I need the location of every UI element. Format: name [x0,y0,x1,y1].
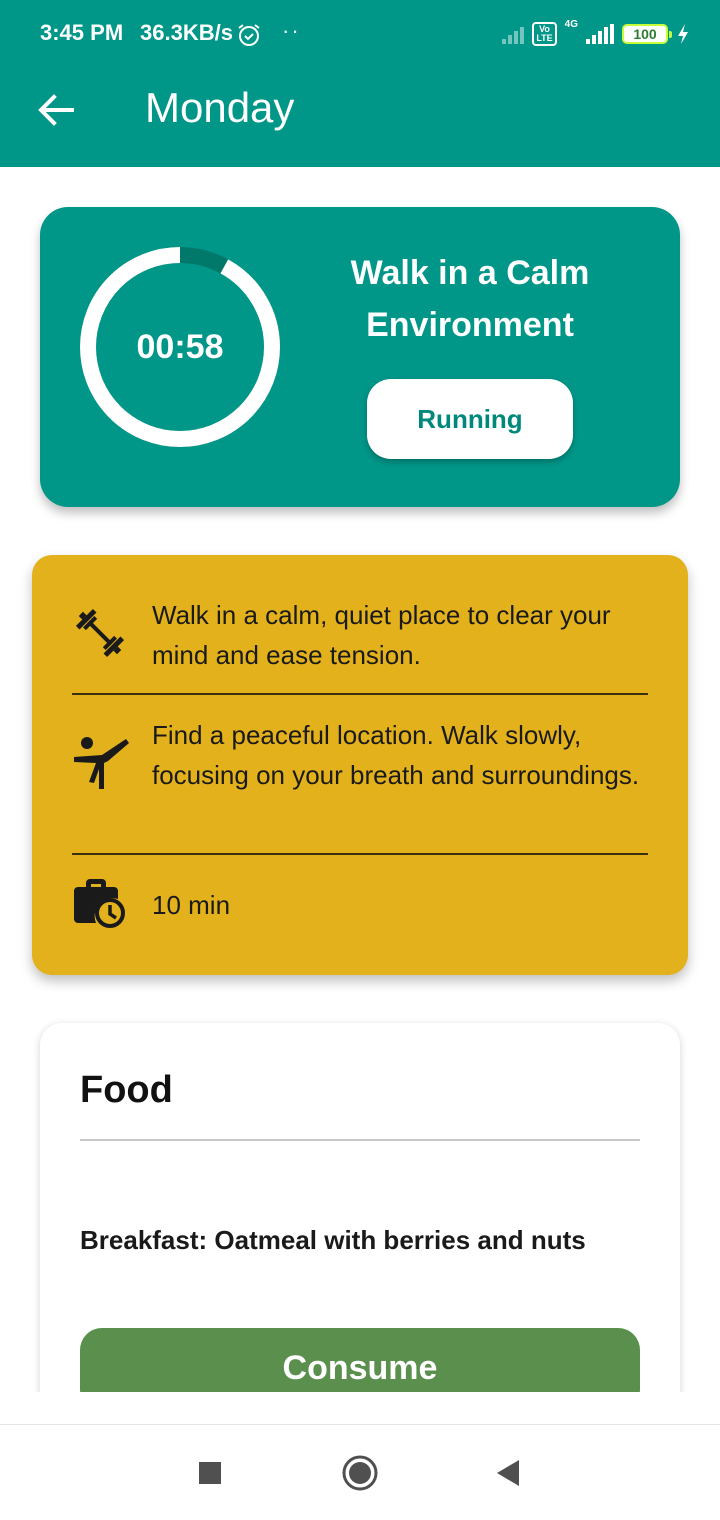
activity-duration: 10 min [152,890,231,920]
activity-title: Walk in a Calm Environment [350,254,590,344]
network-speed: 36.3KB/s [140,20,233,45]
martial-arts-icon [72,715,152,798]
more-notifications-icon: ·· [282,18,301,43]
status-bar: 3:45 PM 36.3KB/s ·· Vo LTE 4G 100 [0,0,720,70]
meal-text: Breakfast: Oatmeal with berries and nuts [80,1225,586,1255]
work-history-icon [72,879,152,934]
info-row-duration: 10 min [72,879,648,934]
info-row-instructions: Find a peaceful location. Walk slowly, f… [72,715,648,798]
network-type: 4G [564,18,578,30]
battery-level: 100 [633,26,657,42]
activity-info-card: Walk in a calm, quiet place to clear you… [32,555,688,975]
arrow-back-icon[interactable] [36,90,76,130]
info-row-description: Walk in a calm, quiet place to clear you… [72,595,648,675]
volte-badge: Vo LTE [532,22,557,46]
activity-description: Walk in a calm, quiet place to clear you… [152,600,611,670]
recents-icon[interactable] [190,1453,230,1493]
battery-icon: 100 [622,24,672,44]
running-status-button[interactable]: Running [367,379,573,459]
back-triangle-icon[interactable] [488,1453,528,1493]
page-title: Monday [145,84,295,131]
home-icon[interactable] [340,1453,380,1493]
timer-countdown: 00:58 [136,327,224,366]
divider [72,693,648,695]
divider [80,1139,640,1141]
activity-instructions: Find a peaceful location. Walk slowly, f… [152,720,640,790]
food-title: Food [80,1069,173,1111]
signal-sim2-icon [586,24,614,44]
charging-icon [678,24,688,44]
system-nav-bar [0,1424,720,1520]
dumbbell-icon [72,595,152,675]
signal-sim1-icon [502,24,525,44]
activity-timer-card: 00:58 Walk in a Calm Environment Running [40,207,680,507]
alarm-icon [236,22,262,53]
divider [72,853,648,855]
app-bar: 3:45 PM 36.3KB/s ·· Vo LTE 4G 100 Monday [0,0,720,167]
status-time: 3:45 PM [40,20,124,45]
